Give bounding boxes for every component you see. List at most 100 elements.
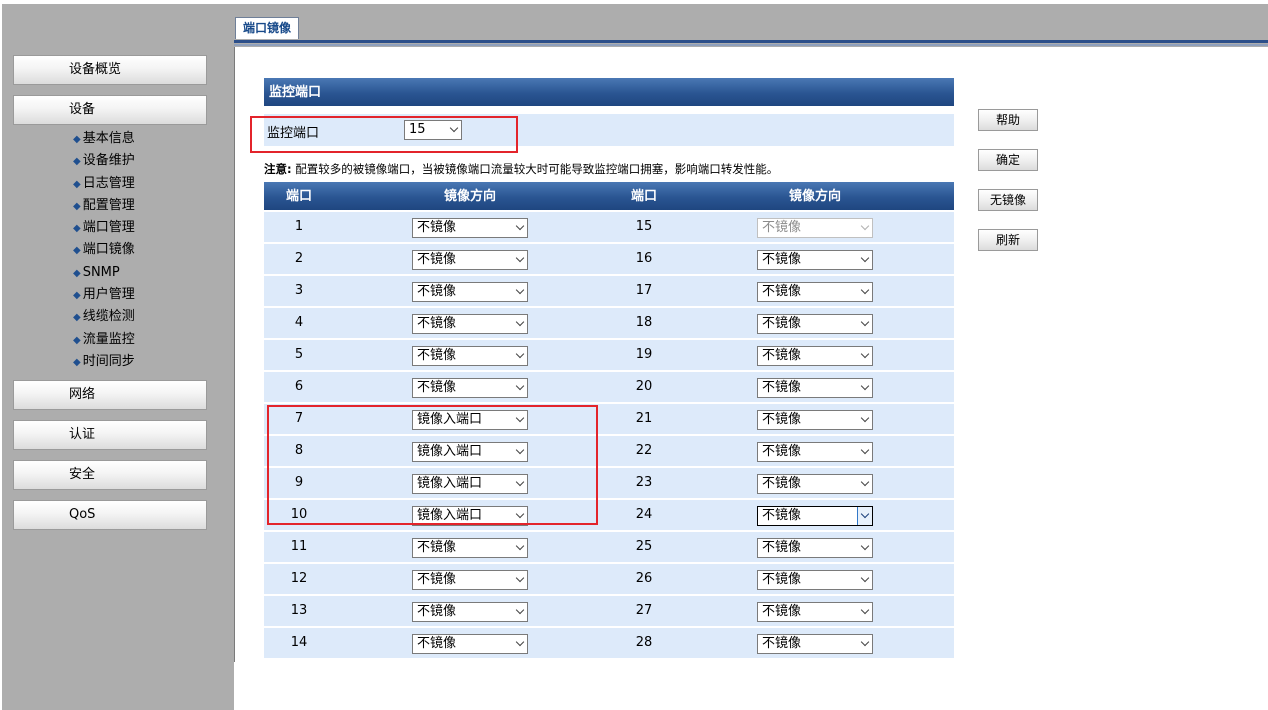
submenu-traffic-monitor[interactable]: ◆ 流量监控 bbox=[73, 329, 135, 351]
mirror-direction-select-port-18[interactable]: 不镜像 bbox=[757, 314, 873, 334]
port-number: 5 bbox=[294, 347, 304, 362]
mirror-direction-select-port-23[interactable]: 不镜像 bbox=[757, 474, 873, 494]
mirror-direction-select-port-22[interactable]: 不镜像 bbox=[757, 442, 873, 462]
mirror-direction-select-port-4[interactable]: 不镜像 bbox=[412, 314, 528, 334]
port-number: 3 bbox=[294, 283, 304, 298]
mirror-direction-select-port-11[interactable]: 不镜像 bbox=[412, 538, 528, 558]
table-header: 端口 镜像方向 端口 镜像方向 bbox=[264, 182, 954, 210]
port-number: 13 bbox=[290, 603, 308, 618]
chevron-down-icon bbox=[515, 637, 525, 647]
submenu-label: 设备维护 bbox=[82, 153, 135, 169]
submenu-time-sync[interactable]: ◆ 时间同步 bbox=[73, 351, 135, 373]
mirror-direction-value: 不镜像 bbox=[417, 572, 457, 587]
mirror-direction-value: 不镜像 bbox=[417, 348, 457, 363]
content-left-border bbox=[234, 47, 235, 662]
table-row: 6 不镜像 20 不镜像 bbox=[264, 372, 954, 404]
mirror-direction-select-port-28[interactable]: 不镜像 bbox=[757, 634, 873, 654]
menu-security[interactable]: 安全 bbox=[13, 460, 207, 490]
mirror-direction-select-port-25[interactable]: 不镜像 bbox=[757, 538, 873, 558]
submenu-cable-test[interactable]: ◆ 线缆检测 bbox=[73, 306, 135, 328]
mirror-direction-select-port-21[interactable]: 不镜像 bbox=[757, 410, 873, 430]
mirror-direction-value: 不镜像 bbox=[762, 540, 802, 555]
submenu-label: 基本信息 bbox=[82, 131, 135, 146]
diamond-bullet-icon: ◆ bbox=[73, 245, 81, 257]
submenu-label: 线缆检测 bbox=[82, 309, 135, 325]
port-number: 23 bbox=[635, 475, 653, 490]
mirror-direction-value: 不镜像 bbox=[417, 604, 457, 619]
chevron-down-icon bbox=[860, 381, 870, 391]
submenu-log-management[interactable]: ◆ 日志管理 bbox=[73, 173, 135, 195]
submenu-basic-info[interactable]: ◆ 基本信息 bbox=[73, 128, 135, 150]
mirror-direction-select-port-27[interactable]: 不镜像 bbox=[757, 602, 873, 622]
chevron-down-icon bbox=[860, 349, 870, 359]
port-number: 28 bbox=[635, 635, 653, 650]
submenu-device-maintenance[interactable]: ◆ 设备维护 bbox=[73, 150, 135, 172]
chevron-down-icon bbox=[515, 381, 525, 391]
mirror-direction-select-port-16[interactable]: 不镜像 bbox=[757, 250, 873, 270]
mirror-direction-value: 不镜像 bbox=[762, 412, 802, 427]
chevron-down-icon bbox=[515, 573, 525, 583]
submenu-config-management[interactable]: ◆ 配置管理 bbox=[73, 195, 135, 217]
mirror-direction-value: 不镜像 bbox=[762, 476, 802, 491]
menu-authentication[interactable]: 认证 bbox=[13, 420, 207, 450]
chevron-down-icon bbox=[860, 541, 870, 551]
mirror-direction-select-port-3[interactable]: 不镜像 bbox=[412, 282, 528, 302]
note-prefix: 注意: bbox=[264, 162, 292, 176]
mirror-direction-select-port-26[interactable]: 不镜像 bbox=[757, 570, 873, 590]
help-button[interactable]: 帮助 bbox=[978, 109, 1038, 131]
port-number: 18 bbox=[635, 315, 653, 330]
port-number: 25 bbox=[635, 539, 653, 554]
diamond-bullet-icon: ◆ bbox=[73, 156, 81, 168]
submenu-label: 配置管理 bbox=[82, 197, 135, 213]
table-row: 11 不镜像 25 不镜像 bbox=[264, 532, 954, 564]
submenu-snmp[interactable]: ◆ SNMP bbox=[73, 262, 135, 284]
submenu-user-management[interactable]: ◆ 用户管理 bbox=[73, 284, 135, 306]
menu-device-overview[interactable]: 设备概览 bbox=[13, 55, 207, 85]
menu-network[interactable]: 网络 bbox=[13, 380, 207, 410]
menu-device[interactable]: 设备 bbox=[13, 95, 207, 125]
note-text: 配置较多的被镜像端口，当被镜像端口流量较大时可能导致监控端口拥塞，影响端口转发性… bbox=[291, 162, 779, 176]
submenu-port-management[interactable]: ◆ 端口管理 bbox=[73, 217, 135, 239]
port-number: 17 bbox=[635, 283, 653, 298]
mirror-direction-select-port-2[interactable]: 不镜像 bbox=[412, 250, 528, 270]
mirror-direction-value: 不镜像 bbox=[762, 572, 802, 587]
submenu-port-mirroring[interactable]: ◆ 端口镜像 bbox=[73, 239, 135, 261]
port-number: 12 bbox=[290, 571, 308, 586]
no-mirror-button[interactable]: 无镜像 bbox=[978, 189, 1038, 211]
chevron-down-icon bbox=[860, 605, 870, 615]
header-direction-right: 镜像方向 bbox=[788, 189, 841, 204]
diamond-bullet-icon: ◆ bbox=[73, 178, 81, 190]
table-row: 4 不镜像 18 不镜像 bbox=[264, 308, 954, 340]
mirror-direction-select-port-14[interactable]: 不镜像 bbox=[412, 634, 528, 654]
mirror-direction-select-port-5[interactable]: 不镜像 bbox=[412, 346, 528, 366]
table-row: 1 不镜像 15 不镜像 bbox=[264, 212, 954, 244]
menu-qos[interactable]: QoS bbox=[13, 500, 207, 530]
port-number: 6 bbox=[294, 379, 304, 394]
mirror-direction-select-port-13[interactable]: 不镜像 bbox=[412, 602, 528, 622]
port-number: 1 bbox=[294, 219, 304, 234]
mirror-direction-select-port-12[interactable]: 不镜像 bbox=[412, 570, 528, 590]
mirror-direction-select-port-19[interactable]: 不镜像 bbox=[757, 346, 873, 366]
table-row: 12 不镜像 26 不镜像 bbox=[264, 564, 954, 596]
tab-port-mirroring[interactable]: 端口镜像 bbox=[235, 17, 299, 39]
chevron-down-icon bbox=[860, 445, 870, 455]
port-number: 4 bbox=[294, 315, 304, 330]
chevron-down-icon bbox=[860, 573, 870, 583]
chevron-down-icon bbox=[515, 253, 525, 263]
port-number: 19 bbox=[635, 347, 653, 362]
diamond-bullet-icon: ◆ bbox=[73, 312, 81, 324]
mirror-direction-select-port-6[interactable]: 不镜像 bbox=[412, 378, 528, 398]
mirror-direction-select-port-20[interactable]: 不镜像 bbox=[757, 378, 873, 398]
confirm-button[interactable]: 确定 bbox=[978, 149, 1038, 171]
diamond-bullet-icon: ◆ bbox=[73, 290, 81, 302]
mirror-direction-select-port-24[interactable]: 不镜像 bbox=[757, 506, 873, 526]
refresh-button[interactable]: 刷新 bbox=[978, 229, 1038, 251]
mirror-direction-select-port-17[interactable]: 不镜像 bbox=[757, 282, 873, 302]
tab-bar-divider bbox=[234, 40, 1268, 43]
submenu-label: 时间同步 bbox=[82, 353, 135, 369]
table-row: 14 不镜像 28 不镜像 bbox=[264, 628, 954, 660]
submenu-label: 流量监控 bbox=[82, 331, 135, 347]
mirror-direction-value: 不镜像 bbox=[417, 220, 457, 235]
header-direction-left: 镜像方向 bbox=[443, 189, 496, 204]
mirror-direction-select-port-1[interactable]: 不镜像 bbox=[412, 218, 528, 238]
